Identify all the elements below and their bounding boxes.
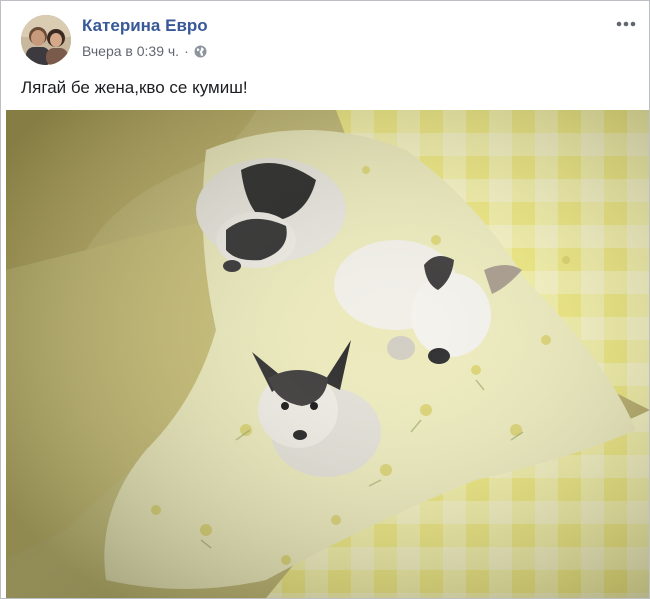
author-avatar[interactable]: [21, 15, 71, 65]
avatar-image: [21, 15, 71, 65]
more-options-icon[interactable]: [615, 17, 637, 31]
post-card: Катерина Евро Вчера в 0:39 ч. · Лягай бе…: [0, 0, 650, 599]
meta-separator: ·: [184, 43, 189, 59]
post-meta: Вчера в 0:39 ч. ·: [82, 43, 207, 59]
author-name-link[interactable]: Катерина Евро: [82, 16, 208, 36]
post-caption: Лягай бе жена,кво се кумиш!: [21, 78, 248, 97]
post-timestamp-link[interactable]: Вчера в 0:39 ч.: [82, 43, 179, 59]
post-photo[interactable]: [6, 110, 649, 598]
globe-icon[interactable]: [194, 45, 207, 58]
